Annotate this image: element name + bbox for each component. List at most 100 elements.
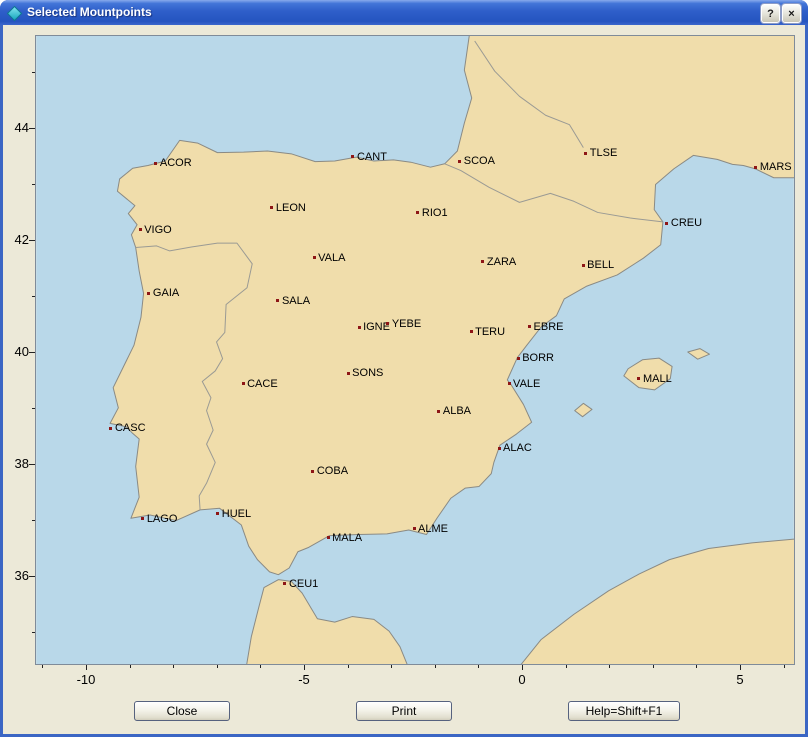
station-label: CACE [247, 377, 278, 391]
y-tick [32, 296, 35, 297]
station-marker [358, 326, 361, 329]
station-label: MALL [643, 372, 672, 386]
station-label: CASC [115, 421, 146, 435]
station-marker [216, 512, 219, 515]
x-tick [86, 665, 87, 670]
close-button[interactable]: Close [134, 701, 230, 721]
station-marker [313, 256, 316, 259]
station-marker [386, 322, 389, 325]
station-label: BELL [587, 258, 614, 272]
station-label: RIO1 [422, 206, 448, 220]
station-label: BORR [522, 351, 554, 365]
y-tick-label: 40 [4, 344, 29, 359]
x-tick-label: -10 [66, 672, 106, 687]
station-label: MALA [332, 531, 362, 545]
station-marker [637, 377, 640, 380]
station-label: COBA [317, 464, 348, 478]
y-tick-label: 44 [4, 120, 29, 135]
station-marker [470, 330, 473, 333]
y-tick [32, 520, 35, 521]
window-title: Selected Mountpoints [27, 5, 152, 19]
station-marker [437, 410, 440, 413]
help-button[interactable]: Help=Shift+F1 [568, 701, 680, 721]
station-label: CANT [357, 150, 387, 164]
x-tick-label: -5 [284, 672, 324, 687]
station-label: TERU [475, 325, 505, 339]
x-tick [478, 665, 479, 668]
y-tick [29, 464, 35, 465]
station-label: TLSE [590, 146, 618, 160]
station-marker [584, 152, 587, 155]
station-label: ZARA [487, 255, 516, 269]
station-label: EBRE [534, 320, 564, 334]
station-label: CREU [671, 216, 702, 230]
x-tick [217, 665, 218, 668]
x-tick [653, 665, 654, 668]
station-marker [276, 299, 279, 302]
x-tick [391, 665, 392, 668]
print-button[interactable]: Print [356, 701, 452, 721]
station-marker [147, 292, 150, 295]
station-label: YEBE [392, 317, 421, 331]
y-tick [29, 576, 35, 577]
x-tick [304, 665, 305, 670]
station-marker [481, 260, 484, 263]
station-marker [528, 325, 531, 328]
station-marker [327, 536, 330, 539]
station-marker [665, 222, 668, 225]
y-tick [32, 408, 35, 409]
y-tick-label: 42 [4, 232, 29, 247]
station-marker [242, 382, 245, 385]
station-label: GAIA [153, 286, 179, 300]
x-tick [784, 665, 785, 668]
title-bar[interactable]: Selected Mountpoints ? × [0, 0, 808, 25]
station-label: SONS [352, 366, 383, 380]
x-tick [566, 665, 567, 668]
x-tick [42, 665, 43, 668]
station-label: LAGO [147, 512, 178, 526]
y-tick [32, 72, 35, 73]
y-tick [29, 352, 35, 353]
y-tick [29, 240, 35, 241]
x-tick [260, 665, 261, 668]
station-label: MARS [760, 160, 792, 174]
station-label: VIGO [144, 223, 172, 237]
station-marker [754, 166, 757, 169]
station-label: ACOR [160, 156, 192, 170]
station-marker [270, 206, 273, 209]
y-tick [32, 184, 35, 185]
station-marker [351, 155, 354, 158]
close-icon[interactable]: × [782, 4, 801, 23]
mountpoint-map: ACORVIGOGAIACASCLAGOHUELCEU1MALAALMEALAC… [35, 35, 795, 665]
x-tick [348, 665, 349, 668]
station-label: ALAC [503, 441, 532, 455]
selected-mountpoints-window: Selected Mountpoints ? × ACOR VIGO GAIA CAS… [0, 0, 808, 737]
station-marker [109, 427, 112, 430]
x-tick [435, 665, 436, 668]
x-tick [696, 665, 697, 668]
app-icon [7, 6, 23, 22]
station-marker [416, 211, 419, 214]
station-marker [517, 357, 520, 360]
x-tick-label: 5 [720, 672, 760, 687]
station-marker [154, 162, 157, 165]
station-marker [582, 264, 585, 267]
station-label: ALME [418, 522, 448, 536]
y-tick [29, 128, 35, 129]
station-marker [458, 160, 461, 163]
station-marker [508, 382, 511, 385]
station-label: VALA [318, 251, 345, 265]
station-marker [311, 470, 314, 473]
help-icon[interactable]: ? [761, 4, 780, 23]
station-label: ALBA [443, 404, 471, 418]
station-marker [347, 372, 350, 375]
x-tick [130, 665, 131, 668]
station-label: HUEL [222, 507, 251, 521]
x-tick-label: 0 [502, 672, 542, 687]
station-label: SALA [282, 294, 310, 308]
y-tick-label: 36 [4, 568, 29, 583]
station-marker [413, 527, 416, 530]
x-tick [609, 665, 610, 668]
y-tick-label: 38 [4, 456, 29, 471]
station-marker [141, 517, 144, 520]
